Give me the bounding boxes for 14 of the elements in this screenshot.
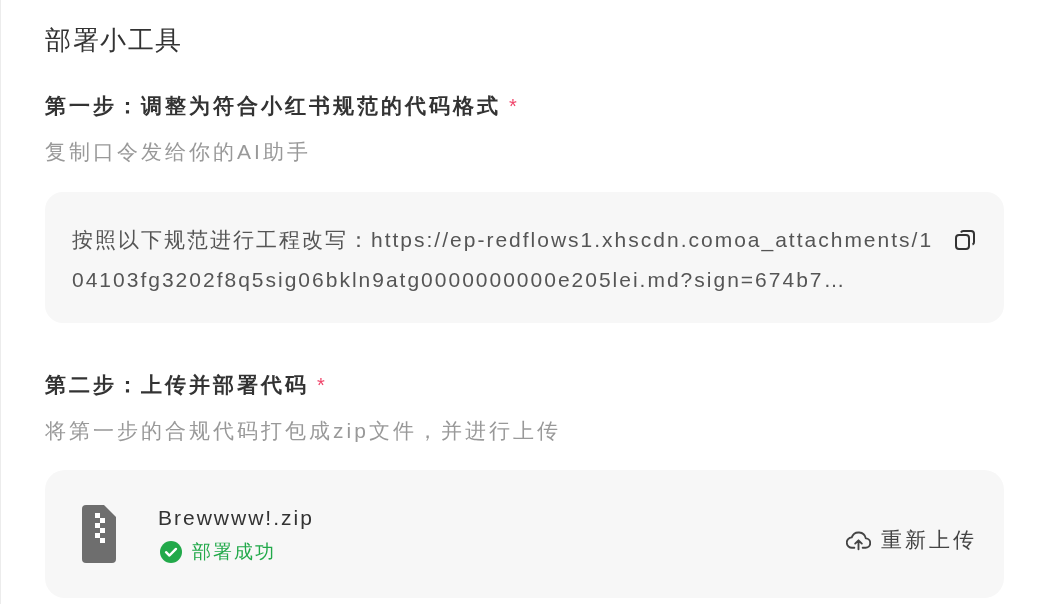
zip-file-icon (82, 505, 116, 563)
command-text: 按照以下规范进行工程改写：https://ep-redflows1.xhscdn.comoa_attachments/104103fg3202f8q5sig06bkln9atg0000000000e205lei.md?sign=674b7… (72, 227, 935, 293)
page-title: 部署小工具 (45, 26, 184, 54)
file-name: Brewwww!.zip (158, 504, 314, 531)
reupload-button[interactable]: 重新上传 (846, 526, 977, 554)
status-text: 部署成功 (192, 539, 276, 564)
step-label: 第二步：上传并部署代码 (45, 372, 309, 398)
required-mark: * (317, 373, 325, 398)
copy-icon[interactable] (953, 228, 977, 252)
required-mark: * (509, 94, 517, 119)
step-label: 第一步：调整为符合小红书规范的代码格式 (45, 93, 501, 119)
step-description: 将第一步的合规代码打包成zip文件，并进行上传 (45, 419, 562, 443)
cloud-upload-icon (846, 529, 871, 551)
step-description: 复制口令发给你的AI助手 (45, 140, 312, 164)
